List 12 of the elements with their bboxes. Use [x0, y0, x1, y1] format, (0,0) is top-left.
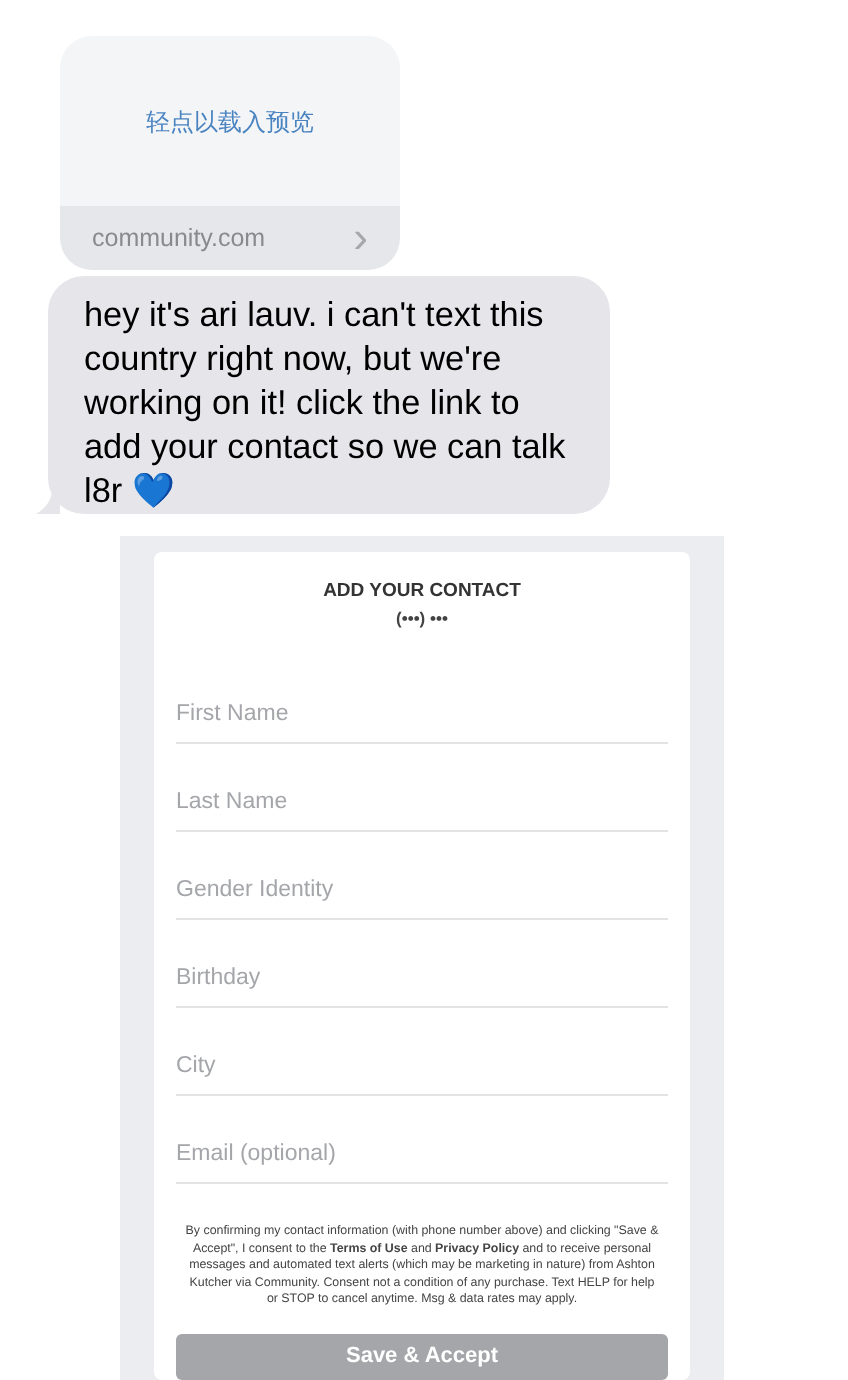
text-field[interactable]: Email (optional) — [176, 1096, 668, 1184]
text-field[interactable]: Gender Identity — [176, 832, 668, 920]
text-field[interactable]: First Name — [176, 656, 668, 744]
link-domain: community.com — [92, 221, 266, 256]
text-field[interactable]: City — [176, 1008, 668, 1096]
message-text: hey it's ari lauv. i can't text this country right now, but we're working on it! click the link to add your contact so we can talk l8r 💙 — [84, 292, 568, 512]
load-preview-prompt: 轻点以载入预览 — [146, 105, 314, 139]
text-field[interactable]: Last Name — [176, 744, 668, 832]
form-title: ADD YOUR CONTACT — [321, 578, 523, 606]
text-field[interactable]: Birthday — [176, 920, 668, 1008]
phone-number: (•••) ••• — [394, 606, 450, 632]
chevron-icon: › — [353, 216, 368, 260]
